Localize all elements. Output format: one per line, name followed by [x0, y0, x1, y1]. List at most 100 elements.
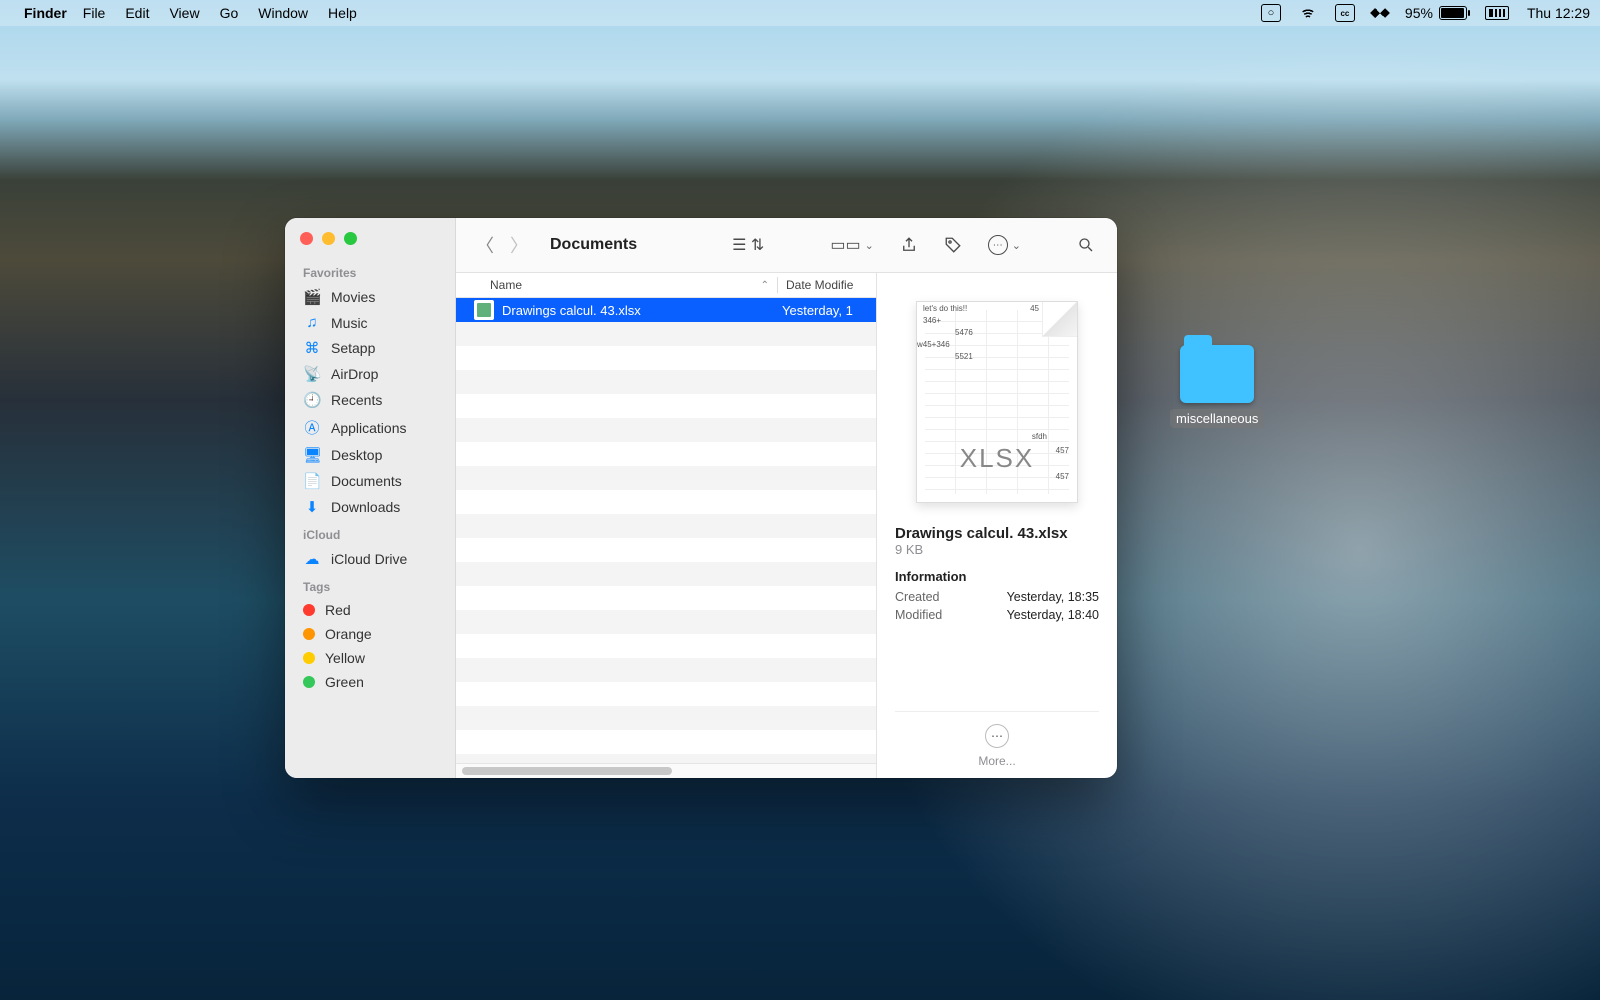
column-header-name-label: Name [490, 278, 522, 292]
preview-file-size: 9 KB [895, 542, 1099, 557]
sidebar-item-label: Documents [331, 473, 402, 489]
group-by-button[interactable]: ▭▭ [822, 231, 881, 259]
file-row[interactable]: Drawings calcul. 43.xlsx Yesterday, 1 [456, 298, 876, 322]
sidebar-item-setapp[interactable]: ⌘ Setapp [285, 335, 455, 361]
more-label[interactable]: More... [895, 754, 1099, 768]
more-actions-button[interactable]: ⋯ [985, 724, 1009, 748]
view-options-button[interactable]: ☰ ⇅ [724, 231, 772, 259]
close-button[interactable] [300, 232, 313, 245]
share-button[interactable] [892, 232, 926, 258]
folder-icon [1180, 345, 1254, 403]
sidebar-item-airdrop[interactable]: 📡 AirDrop [285, 361, 455, 387]
wifi-icon[interactable] [1299, 6, 1317, 20]
desktop-icon: 🖥 [303, 446, 321, 464]
sidebar-tag-green[interactable]: Green [285, 670, 455, 694]
sidebar-item-downloads[interactable]: ⬇︎ Downloads [285, 494, 455, 520]
dropbox-icon[interactable] [1370, 3, 1390, 23]
thumb-cell: 45 [1030, 304, 1039, 313]
column-header-date[interactable]: Date Modifie [778, 278, 876, 292]
file-rows[interactable]: Drawings calcul. 43.xlsx Yesterday, 1 [456, 298, 876, 763]
info-label: Modified [895, 608, 942, 622]
back-button[interactable]: 〈 [470, 228, 500, 262]
battery-status[interactable]: 95% [1405, 5, 1467, 21]
sidebar-item-label: Movies [331, 289, 375, 305]
thumb-cell: sfdh [1032, 432, 1047, 441]
minimize-button[interactable] [322, 232, 335, 245]
sidebar-item-label: Setapp [331, 340, 375, 356]
finder-window: Favorites 🎬 Movies ♫ Music ⌘ Setapp 📡 Ai… [285, 218, 1117, 778]
keyboard-menu-icon[interactable] [1485, 6, 1509, 20]
file-type-badge: XLSX [917, 443, 1077, 474]
menubar: Finder File Edit View Go Window Help 95%… [0, 0, 1600, 26]
tags-button[interactable] [936, 232, 970, 258]
horizontal-scrollbar[interactable] [456, 763, 876, 778]
tag-dot-icon [303, 628, 315, 640]
fullscreen-button[interactable] [344, 232, 357, 245]
action-menu-button[interactable]: ⋯ [980, 231, 1029, 259]
menu-view[interactable]: View [169, 5, 199, 21]
sidebar-item-desktop[interactable]: 🖥 Desktop [285, 442, 455, 468]
menu-go[interactable]: Go [220, 5, 239, 21]
info-label: Created [895, 590, 939, 604]
battery-icon [1439, 6, 1467, 20]
finder-main: 〈 〉 Documents ☰ ⇅ ▭▭ ⋯ [456, 218, 1117, 778]
applications-icon: Ⓐ [303, 417, 321, 438]
sidebar-tag-orange[interactable]: Orange [285, 622, 455, 646]
sidebar-item-icloud-drive[interactable]: ☁︎ iCloud Drive [285, 546, 455, 572]
ellipsis-circle-icon: ⋯ [988, 235, 1008, 255]
info-row-created: Created Yesterday, 18:35 [895, 590, 1099, 604]
xlsx-file-icon [474, 300, 494, 320]
window-controls [300, 232, 357, 245]
battery-percent: 95% [1405, 5, 1433, 21]
sidebar-item-music[interactable]: ♫ Music [285, 310, 455, 335]
column-header-name[interactable]: Name ⌃ [456, 278, 777, 292]
file-list-area: Name ⌃ Date Modifie Drawings calcul. 43.… [456, 273, 877, 778]
preview-more-area: ⋯ More... [895, 711, 1099, 768]
sidebar-item-documents[interactable]: 📄 Documents [285, 468, 455, 494]
sidebar-item-applications[interactable]: Ⓐ Applications [285, 413, 455, 442]
sidebar-item-label: Orange [325, 626, 372, 642]
sidebar-item-label: Green [325, 674, 364, 690]
menu-file[interactable]: File [83, 5, 106, 21]
thumb-cell: 5521 [955, 352, 973, 361]
movies-icon: 🎬 [303, 288, 321, 306]
sidebar-section-tags: Tags [285, 572, 455, 598]
window-title: Documents [550, 236, 637, 254]
info-value: Yesterday, 18:40 [1007, 608, 1099, 622]
menu-edit[interactable]: Edit [125, 5, 149, 21]
file-thumbnail: let's do this!! 45 346+ 5476 w45+346 552… [916, 301, 1078, 503]
sidebar-tag-red[interactable]: Red [285, 598, 455, 622]
share-icon [900, 236, 918, 254]
icloud-icon: ☁︎ [303, 550, 321, 568]
columns-header: Name ⌃ Date Modifie [456, 273, 876, 298]
forward-button[interactable]: 〉 [504, 228, 534, 262]
thumb-cell: 5476 [955, 328, 973, 337]
sidebar-item-label: Downloads [331, 499, 400, 515]
sidebar-item-movies[interactable]: 🎬 Movies [285, 284, 455, 310]
search-icon [1077, 236, 1095, 254]
sidebar-tag-yellow[interactable]: Yellow [285, 646, 455, 670]
preview-pane: let's do this!! 45 346+ 5476 w45+346 552… [877, 273, 1117, 778]
menu-window[interactable]: Window [258, 5, 308, 21]
sidebar-item-label: iCloud Drive [331, 551, 407, 567]
screenshot-menu-icon[interactable] [1261, 4, 1281, 22]
sidebar-item-label: AirDrop [331, 366, 378, 382]
thumb-cell: let's do this!! [923, 304, 967, 313]
file-name: Drawings calcul. 43.xlsx [502, 303, 782, 318]
clock[interactable]: Thu 12:29 [1527, 5, 1590, 21]
sidebar-item-label: Red [325, 602, 351, 618]
music-icon: ♫ [303, 314, 321, 331]
sidebar-section-favorites: Favorites [285, 258, 455, 284]
sidebar-item-recents[interactable]: 🕘 Recents [285, 387, 455, 413]
desktop-folder-miscellaneous[interactable]: miscellaneous [1170, 345, 1264, 428]
info-row-modified: Modified Yesterday, 18:40 [895, 608, 1099, 622]
search-button[interactable] [1069, 232, 1103, 258]
info-value: Yesterday, 18:35 [1007, 590, 1099, 604]
sidebar-section-icloud: iCloud [285, 520, 455, 546]
thumb-cell: w45+346 [917, 340, 950, 349]
control-center-icon[interactable] [1335, 4, 1355, 22]
scrollbar-thumb[interactable] [462, 767, 672, 775]
app-menu[interactable]: Finder [24, 5, 67, 21]
menu-help[interactable]: Help [328, 5, 357, 21]
sidebar-item-label: Yellow [325, 650, 365, 666]
